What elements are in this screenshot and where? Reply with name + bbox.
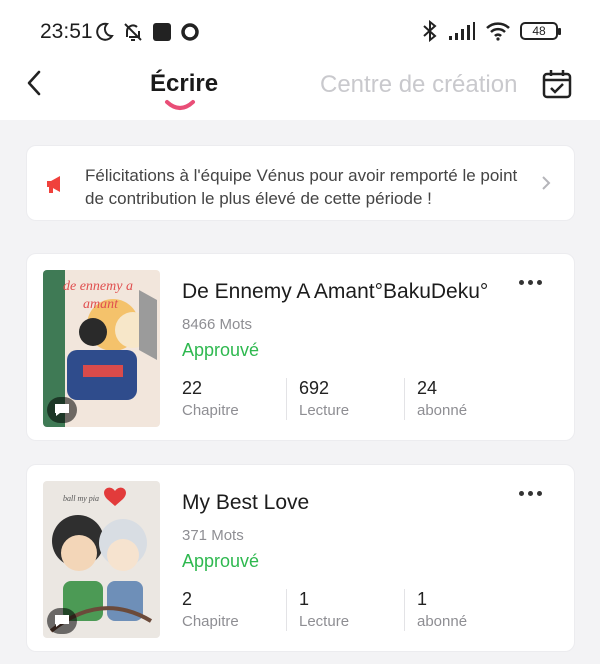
tab-write[interactable]: Écrire bbox=[150, 70, 218, 98]
svg-text:de ennemy a: de ennemy a bbox=[63, 279, 133, 294]
back-arrow-icon[interactable] bbox=[22, 68, 48, 98]
stat-reads: 692 Lecture bbox=[299, 378, 409, 422]
stat-followers: 24 abonné bbox=[417, 378, 527, 422]
stat-followers: 1 abonné bbox=[417, 589, 527, 633]
word-count: 8466 Mots bbox=[182, 316, 253, 333]
work-card[interactable]: de ennemy a amant De Ennemy A Amant°Baku… bbox=[26, 253, 575, 441]
status-time: 23:51 bbox=[40, 20, 93, 43]
stat-chapters: 22 Chapitre bbox=[182, 378, 292, 422]
top-nav: Écrire Centre de création bbox=[0, 62, 600, 120]
svg-text:ball my pia: ball my pia bbox=[63, 494, 99, 503]
more-options-icon[interactable] bbox=[519, 280, 542, 285]
stat-value: 1 bbox=[417, 589, 428, 609]
circle-icon bbox=[181, 23, 199, 41]
book-cover[interactable]: ball my pia bbox=[43, 481, 160, 638]
announcement-text: Félicitations à l'équipe Vénus pour avoi… bbox=[85, 166, 518, 208]
stat-reads: 1 Lecture bbox=[299, 589, 409, 633]
moon-icon bbox=[96, 22, 114, 41]
work-title[interactable]: My Best Love bbox=[182, 491, 309, 515]
book-cover[interactable]: de ennemy a amant bbox=[43, 270, 160, 427]
chevron-right-icon bbox=[542, 176, 551, 190]
divider bbox=[286, 589, 287, 631]
stat-label: abonné bbox=[417, 402, 468, 419]
stat-label: abonné bbox=[417, 613, 468, 630]
stat-value: 692 bbox=[299, 378, 330, 398]
stat-chapters: 2 Chapitre bbox=[182, 589, 292, 633]
tab-active-indicator bbox=[165, 100, 195, 110]
stat-label: Chapitre bbox=[182, 613, 239, 630]
divider bbox=[404, 589, 405, 631]
more-options-icon[interactable] bbox=[519, 491, 542, 496]
stat-value: 22 bbox=[182, 378, 203, 398]
wifi-icon bbox=[486, 22, 510, 41]
stat-value: 2 bbox=[182, 589, 193, 609]
stat-label: Lecture bbox=[299, 613, 350, 630]
battery-icon: 48 bbox=[520, 22, 561, 40]
tab-creation-center[interactable]: Centre de création bbox=[320, 71, 517, 99]
divider bbox=[404, 378, 405, 420]
stat-value: 1 bbox=[299, 589, 310, 609]
bell-off-icon bbox=[124, 23, 142, 41]
stat-label: Chapitre bbox=[182, 402, 239, 419]
approval-status: Approuvé bbox=[182, 340, 260, 360]
work-title[interactable]: De Ennemy A Amant°BakuDeku° bbox=[182, 280, 488, 304]
comment-bubble-icon bbox=[47, 608, 77, 634]
megaphone-icon bbox=[47, 176, 60, 193]
signal-icon bbox=[449, 22, 475, 40]
bluetooth-icon bbox=[423, 20, 437, 42]
comment-bubble-icon bbox=[47, 397, 77, 423]
battery-level: 48 bbox=[532, 24, 546, 38]
word-count: 371 Mots bbox=[182, 527, 244, 544]
stat-label: Lecture bbox=[299, 402, 350, 419]
work-card[interactable]: ball my pia My Best Love 371 Mots Approu… bbox=[26, 464, 575, 652]
status-bar: 23:51 48 bbox=[0, 0, 600, 62]
approval-status: Approuvé bbox=[182, 551, 260, 571]
square-icon bbox=[153, 23, 171, 41]
divider bbox=[286, 378, 287, 420]
announcement-banner[interactable]: Félicitations à l'équipe Vénus pour avoi… bbox=[26, 145, 575, 221]
stat-value: 24 bbox=[417, 378, 438, 398]
svg-text:amant: amant bbox=[83, 297, 119, 312]
calendar-check-icon[interactable] bbox=[541, 68, 573, 100]
